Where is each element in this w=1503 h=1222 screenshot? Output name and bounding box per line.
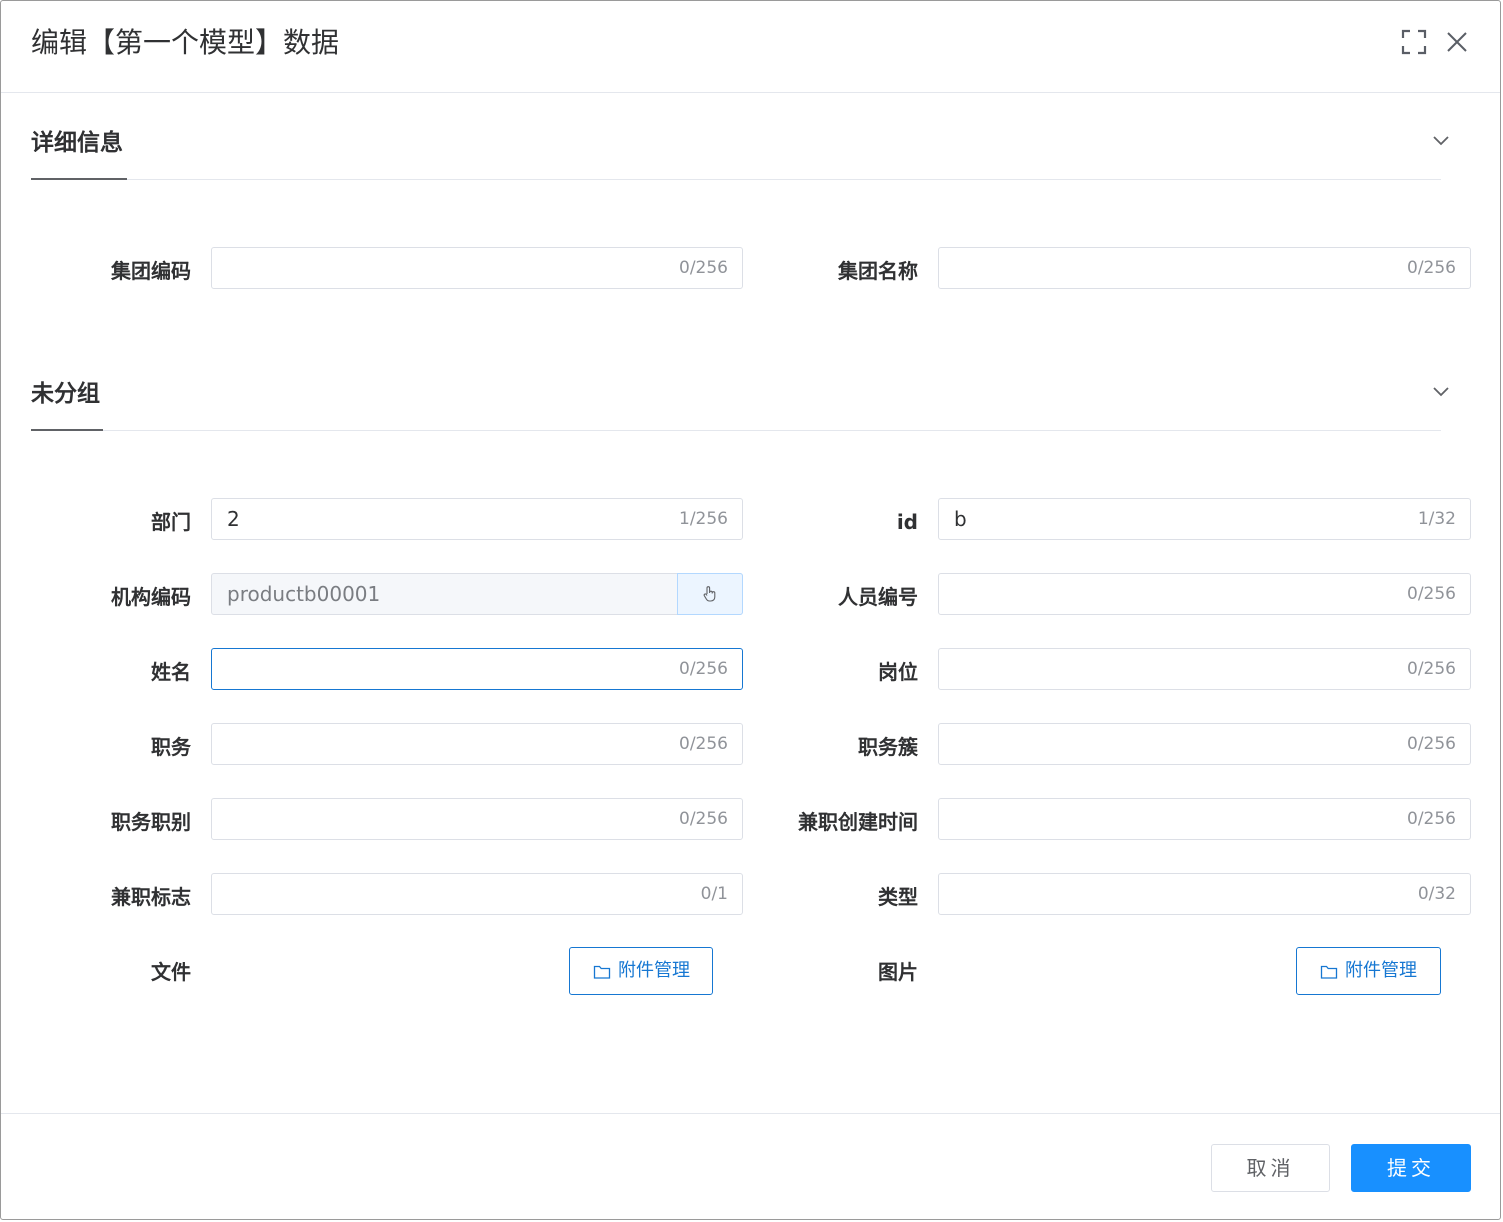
field-label: 姓名 xyxy=(151,660,191,684)
org-code-input[interactable]: productb00001 xyxy=(211,573,743,615)
job-grade-input[interactable]: 0/256 xyxy=(211,798,743,840)
type-input[interactable]: 0/32 xyxy=(938,873,1471,915)
field-label: 职务 xyxy=(151,735,191,759)
field-label: id xyxy=(896,510,918,534)
char-counter: 1/256 xyxy=(679,509,728,529)
field-label: 文件 xyxy=(151,960,191,984)
input-value: b xyxy=(954,507,967,531)
input-value: productb00001 xyxy=(227,582,381,606)
char-counter: 0/256 xyxy=(1407,734,1456,754)
position-input[interactable]: 0/256 xyxy=(938,648,1471,690)
close-icon xyxy=(1442,27,1472,57)
field-label: 机构编码 xyxy=(111,585,191,609)
section-title: 详细信息 xyxy=(31,130,123,156)
section-active-underline xyxy=(31,429,103,431)
section-active-underline xyxy=(31,178,127,180)
fullscreen-button[interactable] xyxy=(1399,27,1429,57)
parttime-created-input[interactable]: 0/256 xyxy=(938,798,1471,840)
char-counter: 0/256 xyxy=(679,659,728,679)
id-input[interactable]: b 1/32 xyxy=(938,498,1471,540)
field-label: 图片 xyxy=(878,960,918,984)
dialog-title: 编辑【第一个模型】数据 xyxy=(31,26,340,59)
chevron-down-icon[interactable] xyxy=(1431,381,1451,401)
field-label: 职务职别 xyxy=(111,810,191,834)
field-label: 岗位 xyxy=(878,660,918,684)
char-counter: 0/256 xyxy=(1407,659,1456,679)
group-name-input[interactable]: 0/256 xyxy=(938,247,1471,289)
dialog-footer: 取消 提交 xyxy=(1,1113,1500,1219)
close-button[interactable] xyxy=(1442,27,1472,57)
section-details-header[interactable]: 详细信息 xyxy=(31,90,1449,180)
char-counter: 0/256 xyxy=(1407,584,1456,604)
fullscreen-icon xyxy=(1399,27,1429,57)
input-value: 2 xyxy=(227,507,240,531)
field-label: 兼职创建时间 xyxy=(798,810,918,834)
submit-button[interactable]: 提交 xyxy=(1351,1144,1471,1192)
name-input[interactable]: 0/256 xyxy=(211,648,743,690)
cancel-button[interactable]: 取消 xyxy=(1211,1144,1330,1192)
field-label: 集团名称 xyxy=(838,259,918,283)
char-counter: 0/256 xyxy=(1407,809,1456,829)
dialog-header: 编辑【第一个模型】数据 xyxy=(1,1,1500,93)
char-counter: 0/256 xyxy=(1407,258,1456,278)
char-counter: 0/256 xyxy=(679,258,728,278)
job-family-input[interactable]: 0/256 xyxy=(938,723,1471,765)
section-ungrouped-header[interactable]: 未分组 xyxy=(31,341,1449,431)
job-title-input[interactable]: 0/256 xyxy=(211,723,743,765)
field-label: 兼职标志 xyxy=(111,885,191,909)
section-title: 未分组 xyxy=(31,381,100,407)
group-code-input[interactable]: 0/256 xyxy=(211,247,743,289)
char-counter: 0/256 xyxy=(679,809,728,829)
field-label: 类型 xyxy=(878,885,918,909)
button-label: 附件管理 xyxy=(1345,960,1417,981)
char-counter: 0/256 xyxy=(679,734,728,754)
edit-dialog: 编辑【第一个模型】数据 详细信息 集团编码 0/256 集团名称 0/256 未… xyxy=(0,0,1501,1220)
section-divider xyxy=(31,430,1441,431)
char-counter: 1/32 xyxy=(1417,509,1456,529)
parttime-flag-input[interactable]: 0/1 xyxy=(211,873,743,915)
field-label: 人员编号 xyxy=(838,585,918,609)
image-attachment-button[interactable]: 附件管理 xyxy=(1296,947,1441,995)
char-counter: 0/32 xyxy=(1417,884,1456,904)
department-input[interactable]: 2 1/256 xyxy=(211,498,743,540)
file-attachment-button[interactable]: 附件管理 xyxy=(569,947,713,995)
employee-number-input[interactable]: 0/256 xyxy=(938,573,1471,615)
chevron-down-icon[interactable] xyxy=(1431,130,1451,150)
char-counter: 0/1 xyxy=(700,884,728,904)
field-label: 职务簇 xyxy=(858,735,918,759)
section-divider xyxy=(31,179,1441,180)
select-org-button[interactable] xyxy=(677,573,743,615)
button-label: 附件管理 xyxy=(618,960,690,981)
field-label: 集团编码 xyxy=(111,259,191,283)
field-label: 部门 xyxy=(151,510,191,534)
